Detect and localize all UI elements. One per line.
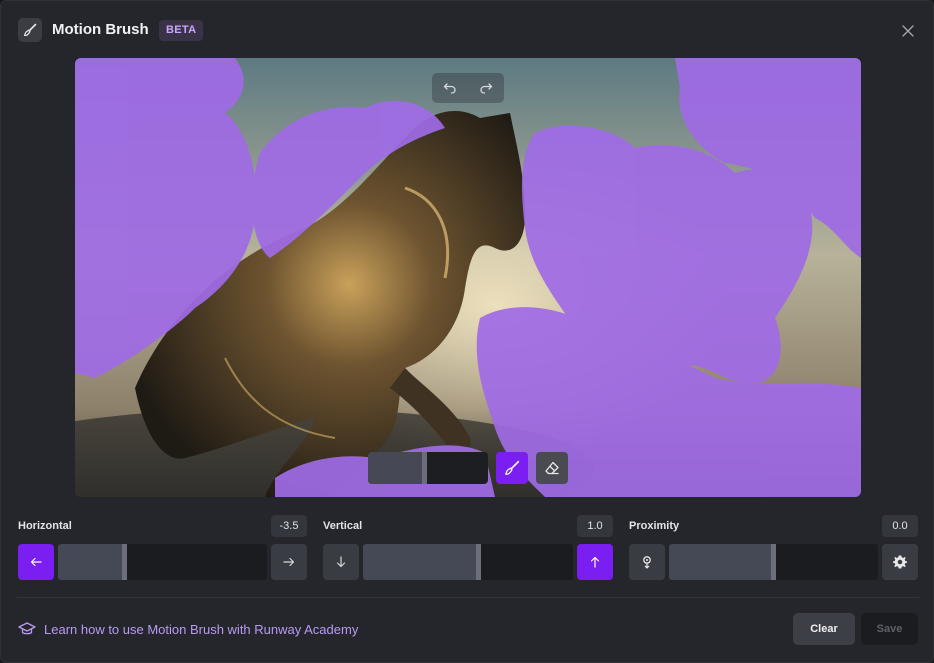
vertical-slider-handle[interactable]: [476, 544, 481, 580]
paintbrush-icon: [18, 18, 42, 42]
vertical-down-button[interactable]: [323, 544, 359, 580]
brush-size-handle[interactable]: [422, 452, 427, 484]
proximity-value[interactable]: 0.0: [882, 515, 918, 537]
vertical-slider-fill: [363, 544, 479, 580]
gear-icon: [893, 555, 907, 569]
dialog-header: Motion Brush BETA: [1, 1, 934, 59]
arrow-right-icon: [283, 557, 295, 567]
dialog-title: Motion Brush: [52, 21, 149, 38]
academy-link-text[interactable]: Learn how to use Motion Brush with Runwa…: [44, 622, 358, 637]
horizontal-value[interactable]: -3.5: [271, 515, 307, 537]
brush-size-slider[interactable]: [368, 452, 488, 484]
undo-button[interactable]: [432, 73, 468, 103]
clear-button[interactable]: Clear: [793, 613, 855, 645]
brush-tool-button[interactable]: [496, 452, 528, 484]
vertical-up-button[interactable]: [577, 544, 613, 580]
close-button[interactable]: [897, 20, 919, 42]
proximity-icon: [643, 556, 651, 569]
redo-button[interactable]: [468, 73, 504, 103]
undo-icon: [443, 83, 456, 94]
arrow-up-icon: [590, 556, 600, 568]
proximity-label: Proximity: [629, 520, 680, 532]
brush-size-fill: [368, 452, 422, 484]
proximity-settings-button[interactable]: [882, 544, 918, 580]
image-canvas[interactable]: [75, 58, 861, 497]
arrow-left-icon: [30, 557, 42, 567]
horse-image: [75, 58, 861, 497]
proximity-slider-fill: [669, 544, 774, 580]
eraser-icon: [545, 461, 559, 475]
horizontal-slider[interactable]: [58, 544, 267, 580]
save-button[interactable]: Save: [861, 613, 918, 645]
academy-link[interactable]: Learn how to use Motion Brush with Runwa…: [18, 619, 358, 639]
proximity-slider[interactable]: [669, 544, 878, 580]
paintbrush-icon: [505, 460, 520, 475]
vertical-slider[interactable]: [363, 544, 573, 580]
beta-badge: BETA: [159, 20, 204, 41]
proximity-slider-handle[interactable]: [771, 544, 776, 580]
redo-icon: [480, 83, 493, 94]
graduation-cap-icon: [18, 622, 36, 635]
proximity-button[interactable]: [629, 544, 665, 580]
footer-divider: [17, 597, 919, 598]
vertical-label: Vertical: [323, 520, 363, 532]
arrow-down-icon: [336, 556, 346, 568]
horizontal-slider-fill: [58, 544, 125, 580]
horizontal-left-button[interactable]: [18, 544, 54, 580]
vertical-value[interactable]: 1.0: [577, 515, 613, 537]
horizontal-slider-handle[interactable]: [122, 544, 127, 580]
eraser-tool-button[interactable]: [536, 452, 568, 484]
undo-redo-group: [432, 73, 504, 103]
horizontal-label: Horizontal: [18, 520, 72, 532]
close-icon: [902, 25, 914, 37]
horizontal-right-button[interactable]: [271, 544, 307, 580]
motion-brush-dialog: Motion Brush BETA Horizontal -3.5 Vertic…: [0, 0, 934, 663]
